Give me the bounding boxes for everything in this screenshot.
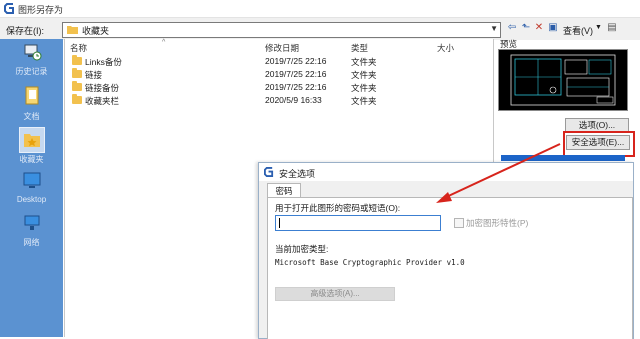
network-icon xyxy=(24,215,39,230)
drawing-preview xyxy=(498,49,628,111)
password-input[interactable] xyxy=(275,215,441,231)
file-name: 收藏夹栏 xyxy=(85,96,120,106)
place-favorites[interactable]: 收藏夹 xyxy=(0,127,63,165)
encrypt-properties-label: 加密图形特性(P) xyxy=(466,218,529,228)
save-in-label: 保存在(I): xyxy=(6,26,44,36)
up-folder-icon[interactable]: ⬑ xyxy=(520,22,532,34)
sort-ascending-icon: ^ xyxy=(162,39,166,46)
advanced-options-button[interactable]: 高级选项(A)... xyxy=(275,287,395,301)
file-modified: 2020/5/9 16:33 xyxy=(265,95,322,105)
encrypt-properties-checkbox[interactable] xyxy=(454,218,464,228)
delete-icon[interactable]: ✕ xyxy=(533,22,545,34)
file-modified: 2019/7/25 22:16 xyxy=(265,69,327,79)
file-row[interactable]: 链接备份 2019/7/25 22:16 文件夹 xyxy=(65,81,493,94)
documents-icon xyxy=(25,86,38,105)
underlying-blue-strip xyxy=(501,155,625,161)
save-in-dropdown[interactable]: 收藏夹 ▼ xyxy=(62,22,501,38)
file-name: 链接备份 xyxy=(85,83,120,93)
folder-icon xyxy=(72,55,82,65)
place-desktop[interactable]: Desktop xyxy=(0,171,63,204)
view-chevron-down-icon[interactable]: ▼ xyxy=(595,24,602,31)
text-caret xyxy=(279,218,280,228)
tools-icon[interactable]: ▤ xyxy=(606,22,618,34)
folder-icon xyxy=(67,25,78,34)
file-row[interactable]: Links备份 2019/7/25 22:16 文件夹 xyxy=(65,55,493,68)
column-header-type[interactable]: 类型 xyxy=(351,42,368,54)
history-icon xyxy=(24,44,41,61)
encryption-type-label: 当前加密类型: xyxy=(275,244,329,254)
options-button[interactable]: 选项(O)... xyxy=(565,118,629,132)
window-title: 图形另存为 xyxy=(18,5,64,15)
file-modified: 2019/7/25 22:16 xyxy=(265,82,327,92)
file-row[interactable]: 链接 2019/7/25 22:16 文件夹 xyxy=(65,68,493,81)
view-menu[interactable]: 查看(V) xyxy=(563,24,593,37)
places-sidebar: 历史记录 文档 收藏夹 Desktop 网络 xyxy=(0,39,63,337)
folder-icon xyxy=(72,68,82,78)
security-options-dialog: 安全选项 密码 用于打开此图形的密码或短语(O): 加密图形特性(P) 当前加密… xyxy=(258,162,634,339)
place-label-documents: 文档 xyxy=(23,112,40,121)
column-header-modified[interactable]: 修改日期 xyxy=(265,42,299,54)
file-name: Links备份 xyxy=(85,57,122,67)
chevron-down-icon[interactable]: ▼ xyxy=(490,24,498,33)
file-modified: 2019/7/25 22:16 xyxy=(265,56,327,66)
app-logo-icon xyxy=(264,167,274,177)
folder-icon xyxy=(72,81,82,91)
dialog-title: 安全选项 xyxy=(279,169,316,179)
current-folder-text: 收藏夹 xyxy=(82,26,110,36)
place-label-network: 网络 xyxy=(23,238,40,247)
dialog-title-bar: 安全选项 xyxy=(259,163,633,181)
encryption-type-value: Microsoft Base Cryptographic Provider v1… xyxy=(275,258,465,267)
password-tab-panel: 用于打开此图形的密码或短语(O): 加密图形特性(P) 当前加密类型: Micr… xyxy=(267,197,633,339)
favorites-icon xyxy=(23,134,40,147)
folder-icon xyxy=(72,94,82,104)
place-documents[interactable]: 文档 xyxy=(0,85,63,122)
place-network[interactable]: 网络 xyxy=(0,213,63,248)
app-logo-icon xyxy=(4,3,14,14)
file-name: 链接 xyxy=(85,70,103,80)
file-type: 文件夹 xyxy=(351,70,377,80)
column-header-size[interactable]: 大小 xyxy=(437,42,454,54)
file-type: 文件夹 xyxy=(351,83,377,93)
file-type: 文件夹 xyxy=(351,96,377,106)
column-header-name[interactable]: 名称 xyxy=(70,42,87,54)
place-label-favorites: 收藏夹 xyxy=(19,155,44,164)
place-label-history: 历史记录 xyxy=(15,67,48,76)
title-bar: 图形另存为 xyxy=(0,0,640,18)
tab-password[interactable]: 密码 xyxy=(267,183,301,198)
desktop-icon xyxy=(23,172,40,188)
place-history[interactable]: 历史记录 xyxy=(0,42,63,77)
file-type: 文件夹 xyxy=(351,57,377,67)
drawing-thumbnail xyxy=(510,54,616,106)
back-icon[interactable]: ⇦ xyxy=(506,22,518,34)
password-prompt-label: 用于打开此图形的密码或短语(O): xyxy=(275,203,401,213)
security-options-button[interactable]: 安全选项(E)... xyxy=(566,135,630,150)
place-label-desktop: Desktop xyxy=(16,195,47,204)
new-folder-icon[interactable]: ▣ xyxy=(547,22,559,34)
file-row[interactable]: 收藏夹栏 2020/5/9 16:33 文件夹 xyxy=(65,94,493,107)
